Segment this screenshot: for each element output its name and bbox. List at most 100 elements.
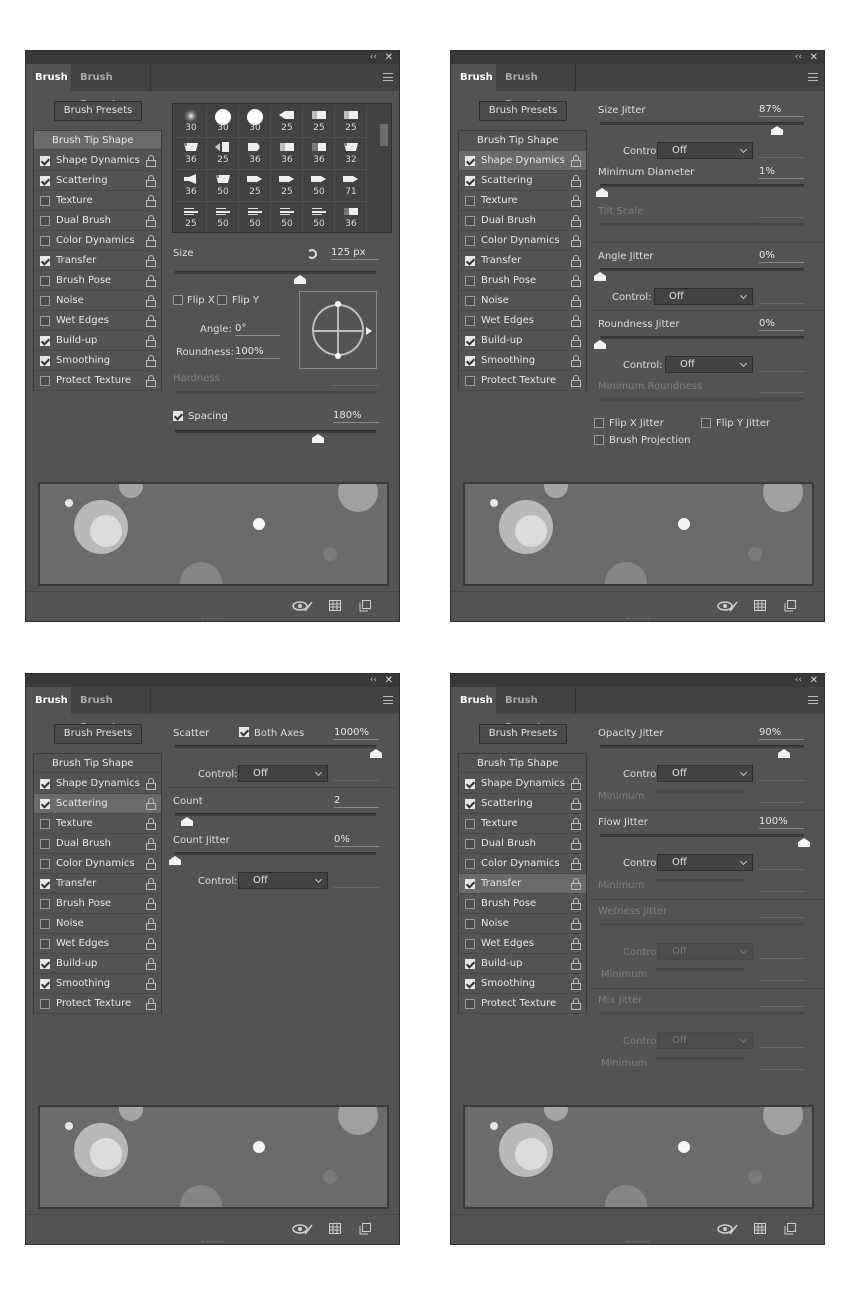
lock-icon[interactable] [571,978,581,990]
lock-icon[interactable] [146,818,156,830]
collapse-icon[interactable]: ‹‹ [370,51,377,64]
list-item[interactable]: Brush Pose [459,894,586,914]
count-jitter-control-select[interactable]: Off [238,872,328,889]
panel-menu-icon[interactable] [383,73,393,81]
lock-icon[interactable] [146,275,156,287]
list-item-brush-tip-shape[interactable]: Brush Tip Shape [459,754,586,773]
list-item[interactable]: Noise [34,914,161,934]
list-item-checkbox[interactable] [465,356,475,366]
list-item-brush-tip-shape[interactable]: Brush Tip Shape [459,131,586,150]
list-item-checkbox[interactable] [465,999,475,1009]
lock-icon[interactable] [571,898,581,910]
panel-menu-icon[interactable] [383,696,393,704]
list-item[interactable]: Brush Pose [34,894,161,914]
grid-icon[interactable] [754,1223,766,1237]
tab-brush[interactable]: Brush [451,64,496,91]
list-item[interactable]: Build-up [34,331,161,351]
list-item[interactable]: Dual Brush [459,211,586,231]
lock-icon[interactable] [571,215,581,227]
angle-jitter-control-select[interactable]: Off [654,288,753,305]
list-item[interactable]: Protect Texture [459,994,586,1014]
list-item-checkbox[interactable] [40,939,50,949]
lock-icon[interactable] [571,838,581,850]
spacing-value-field[interactable]: 180% [333,410,379,423]
lock-icon[interactable] [146,878,156,890]
both-axes-checkbox[interactable] [239,727,249,737]
new-preset-icon[interactable] [784,600,796,615]
list-item[interactable]: Build-up [459,954,586,974]
list-item-checkbox[interactable] [465,819,475,829]
brush-projection-checkbox[interactable] [594,435,604,445]
brush-tip[interactable]: 50 [271,202,303,232]
brush-tip[interactable]: 36 [303,138,335,170]
lock-icon[interactable] [146,858,156,870]
lock-icon[interactable] [571,255,581,267]
resize-grip[interactable] [202,618,224,621]
lock-icon[interactable] [571,938,581,950]
list-item-checkbox[interactable] [465,859,475,869]
flip-y-jitter-checkbox[interactable] [701,418,711,428]
list-item-brush-tip-shape[interactable]: Brush Tip Shape [34,754,161,773]
list-item-checkbox[interactable] [40,216,50,226]
lock-icon[interactable] [146,315,156,327]
lock-icon[interactable] [146,255,156,267]
list-item[interactable]: Scattering [459,171,586,191]
list-item-checkbox[interactable] [465,979,475,989]
list-item[interactable]: Shape Dynamics [459,774,586,794]
count-jitter-slider[interactable] [175,852,376,855]
list-item[interactable]: Shape Dynamics [34,151,161,171]
list-item-checkbox[interactable] [465,276,475,286]
roundness-jitter-slider[interactable] [600,336,804,339]
brush-tip[interactable]: 25 [271,170,303,202]
list-item[interactable]: Wet Edges [34,934,161,954]
list-item[interactable]: Smoothing [459,351,586,371]
lock-icon[interactable] [146,155,156,167]
flow-jitter-slider[interactable] [600,834,804,837]
collapse-icon[interactable]: ‹‹ [370,674,377,687]
angle-jitter-slider[interactable] [600,268,804,271]
lock-icon[interactable] [146,998,156,1010]
lock-icon[interactable] [146,215,156,227]
list-item-checkbox[interactable] [40,999,50,1009]
list-item-checkbox[interactable] [40,336,50,346]
brush-presets-button[interactable]: Brush Presets [479,101,567,121]
brush-tip[interactable]: 25 [239,170,271,202]
brush-tip[interactable]: 32 [335,138,367,170]
list-item-checkbox[interactable] [465,316,475,326]
list-item-checkbox[interactable] [465,176,475,186]
new-preset-icon[interactable] [784,1223,796,1238]
list-item[interactable]: Color Dynamics [34,231,161,251]
brush-tip[interactable]: 50 [303,202,335,232]
list-item-checkbox[interactable] [40,799,50,809]
list-item-checkbox[interactable] [40,156,50,166]
opacity-jitter-slider[interactable] [600,745,804,748]
lock-icon[interactable] [571,335,581,347]
resize-grip[interactable] [627,618,649,621]
list-item[interactable]: Dual Brush [34,211,161,231]
lock-icon[interactable] [146,175,156,187]
roundness-field[interactable]: 100% [235,346,280,359]
lock-icon[interactable] [146,838,156,850]
brush-tip[interactable]: 50 [239,202,271,232]
list-item[interactable]: Brush Pose [34,271,161,291]
brush-tip[interactable]: 25 [303,106,335,138]
count-slider[interactable] [175,813,376,816]
brush-tip[interactable]: 30 [239,106,271,138]
list-item[interactable]: Transfer [34,874,161,894]
minimum-diameter-field[interactable]: 1% [759,166,804,179]
panel-menu-icon[interactable] [808,696,818,704]
list-item-checkbox[interactable] [40,296,50,306]
close-icon[interactable]: ✕ [385,51,393,64]
list-item-checkbox[interactable] [465,939,475,949]
list-item-checkbox[interactable] [40,356,50,366]
size-jitter-field[interactable]: 87% [759,104,804,117]
angle-jitter-field[interactable]: 0% [759,250,804,263]
count-jitter-field[interactable]: 0% [334,834,379,847]
list-item-checkbox[interactable] [40,879,50,889]
list-item[interactable]: Noise [459,914,586,934]
grid-icon[interactable] [754,600,766,614]
list-item[interactable]: Transfer [459,874,586,894]
list-item-brush-tip-shape[interactable]: Brush Tip Shape [34,131,161,150]
roundness-jitter-field[interactable]: 0% [759,318,804,331]
lock-icon[interactable] [146,375,156,387]
